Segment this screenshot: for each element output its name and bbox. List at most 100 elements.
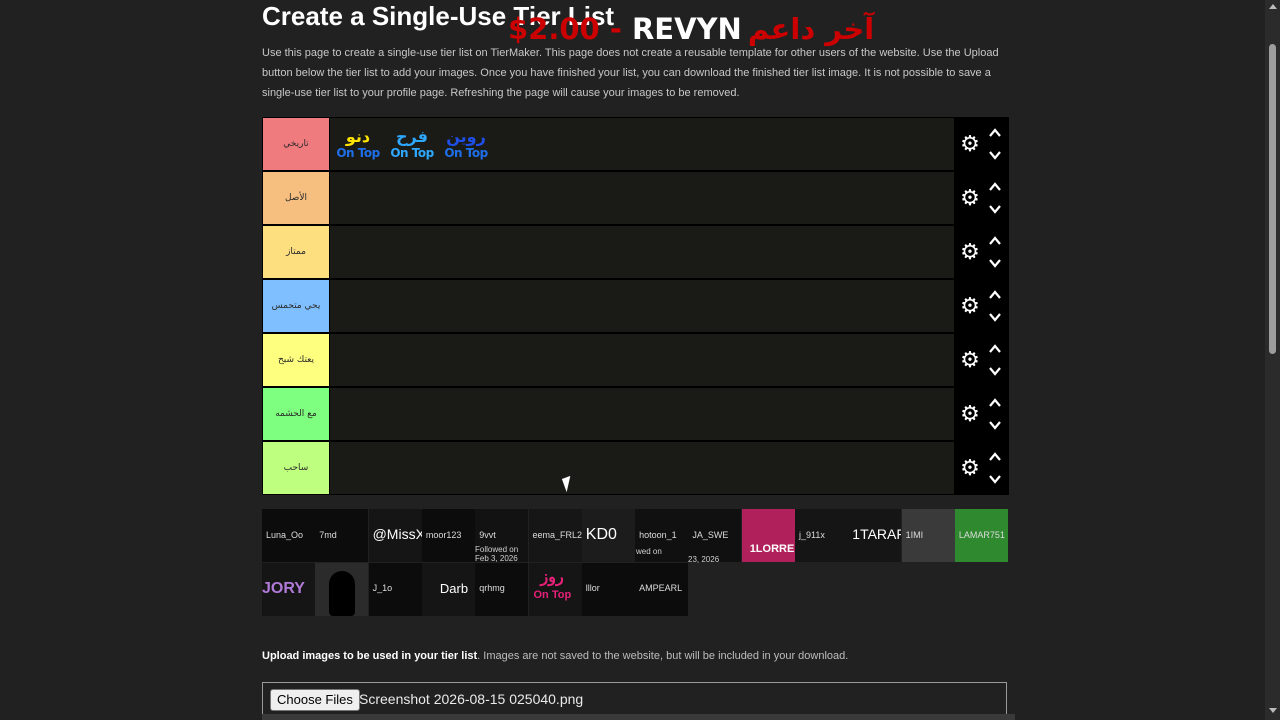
chevron-up-icon[interactable] bbox=[987, 180, 1003, 194]
pool-item-label: moor123 bbox=[425, 530, 462, 540]
pool-image-item[interactable]: 7md bbox=[315, 509, 369, 562]
tier-controls: ⚙ bbox=[955, 387, 1009, 441]
tier-items-dropzone[interactable] bbox=[330, 172, 954, 224]
upload-bold: Upload images to be used in your tier li… bbox=[262, 650, 478, 662]
item-pool: Luna_Oo 7md @MissXsmoor123 9vvt eema_FRL21KD… bbox=[262, 509, 1009, 617]
tier-items-dropzone[interactable]: دنو On Top فرح On Top روين On Top bbox=[330, 118, 954, 170]
choose-files-button[interactable]: Choose Files bbox=[270, 689, 360, 711]
tier-item-sticker[interactable]: فرح On Top bbox=[388, 124, 436, 164]
tier-label[interactable]: ساحب bbox=[263, 442, 329, 494]
tier-row: تاريخي دنو On Top فرح On Top روين On Top ⚙ bbox=[262, 117, 1009, 171]
tier-board: تاريخي دنو On Top فرح On Top روين On Top ⚙ الأصل… bbox=[262, 117, 1009, 495]
intro-text: Use this page to create a single-use tie… bbox=[262, 47, 999, 99]
gear-icon[interactable]: ⚙ bbox=[959, 187, 981, 209]
overlay-name: REVYN bbox=[631, 12, 742, 46]
sticker-arabic: دنو bbox=[345, 127, 371, 146]
chevron-down-icon[interactable] bbox=[987, 256, 1003, 270]
gear-icon[interactable]: ⚙ bbox=[959, 457, 981, 479]
pool-item-label: 1IMI bbox=[905, 530, 924, 540]
tier-label[interactable]: الأصل bbox=[263, 172, 329, 224]
pool-image-item[interactable]: 1IMI bbox=[901, 509, 955, 562]
chevron-up-icon[interactable] bbox=[987, 126, 1003, 140]
pool-image-item[interactable] bbox=[315, 563, 369, 616]
overlay-arabic: آخر داعم bbox=[747, 12, 875, 46]
tier-row: الأصل ⚙ bbox=[262, 171, 1009, 225]
tier-label[interactable]: تاريخي bbox=[263, 118, 329, 170]
tier-items-dropzone[interactable] bbox=[330, 334, 954, 386]
scroll-thumb[interactable] bbox=[1269, 44, 1276, 354]
pool-item-caption: Followed on bbox=[475, 545, 519, 554]
pool-image-item[interactable]: Darb bbox=[421, 563, 475, 616]
tier-row: يحي متحمس ⚙ bbox=[262, 279, 1009, 333]
tier-items-dropzone[interactable] bbox=[330, 388, 954, 440]
tier-row: ساحب ⚙ bbox=[262, 441, 1009, 495]
chevron-down-icon[interactable] bbox=[987, 472, 1003, 486]
gear-icon[interactable]: ⚙ bbox=[959, 403, 981, 425]
pool-item-label: 9vvt bbox=[479, 530, 496, 540]
pool-item-on-top: On Top bbox=[533, 589, 572, 601]
pool-item-label: JA_SWE bbox=[692, 530, 729, 540]
tier-controls: ⚙ bbox=[955, 441, 1009, 495]
pool-item-caption: Feb 3, 2026 bbox=[475, 554, 518, 563]
chevron-up-icon[interactable] bbox=[987, 288, 1003, 302]
chevron-down-icon[interactable] bbox=[987, 202, 1003, 216]
pool-image-item[interactable]: qrhmg bbox=[475, 563, 529, 616]
sticker-arabic: فرح bbox=[396, 127, 428, 146]
sticker-on-top: On Top bbox=[444, 146, 488, 160]
tier-controls: ⚙ bbox=[955, 333, 1009, 387]
pool-image-item[interactable]: lllor bbox=[581, 563, 635, 616]
tier-label[interactable]: يعتك شبح bbox=[263, 334, 329, 386]
gear-icon[interactable]: ⚙ bbox=[959, 241, 981, 263]
pool-item-label: hotoon_1 bbox=[639, 530, 677, 540]
pool-image-item[interactable]: @MissXs bbox=[368, 509, 422, 562]
chevron-up-icon[interactable] bbox=[987, 396, 1003, 410]
pool-image-item[interactable]: KD0 bbox=[581, 509, 635, 562]
tier-items-dropzone[interactable] bbox=[330, 280, 954, 332]
chevron-up-icon[interactable] bbox=[987, 234, 1003, 248]
tier-row: ممتاز ⚙ bbox=[262, 225, 1009, 279]
tier-items-dropzone[interactable] bbox=[330, 226, 954, 278]
pool-image-item[interactable]: moor123 bbox=[421, 509, 475, 562]
upload-rest: . Images are not saved to the website, b… bbox=[477, 650, 849, 662]
tier-item-sticker[interactable]: دنو On Top bbox=[334, 124, 382, 164]
pool-image-item[interactable]: LAMAR751 bbox=[954, 509, 1008, 562]
scrollbar[interactable] bbox=[1265, 0, 1280, 720]
pool-item-caption: 23, 2026 bbox=[688, 555, 720, 564]
pool-item-label: j_911x bbox=[799, 530, 825, 540]
pool-item-label: LAMAR751 bbox=[958, 530, 1005, 540]
pool-item-caption: wed on bbox=[636, 547, 662, 556]
pool-item-label: KD0 bbox=[585, 526, 617, 543]
gear-icon[interactable]: ⚙ bbox=[959, 349, 981, 371]
tier-label[interactable]: يحي متحمس bbox=[263, 280, 329, 332]
chevron-down-icon[interactable] bbox=[987, 148, 1003, 162]
pool-image-item[interactable]: 1LORRE! bbox=[741, 509, 795, 562]
pool-image-item[interactable]: JORY bbox=[262, 563, 315, 616]
pool-image-item[interactable]: روز On Top bbox=[528, 563, 582, 616]
pool-item-label: @MissXs bbox=[372, 526, 422, 542]
pool-image-item[interactable]: AMPEARL bbox=[635, 563, 689, 616]
tier-label[interactable]: ممتاز bbox=[263, 226, 329, 278]
scroll-up-arrow-icon[interactable] bbox=[1269, 4, 1277, 9]
scroll-down-arrow-icon[interactable] bbox=[1269, 708, 1277, 713]
chevron-down-icon[interactable] bbox=[987, 310, 1003, 324]
pool-image-item[interactable]: 1TARAF bbox=[848, 509, 902, 562]
avatar bbox=[329, 571, 356, 616]
pool-item-label: 1LORRE! bbox=[749, 543, 795, 555]
gear-icon[interactable]: ⚙ bbox=[959, 295, 981, 317]
pool-image-item[interactable]: j_911x bbox=[795, 509, 848, 562]
pool-image-item[interactable]: Luna_Oo bbox=[262, 509, 315, 562]
sticker-arabic: روين bbox=[446, 127, 486, 146]
upload-instructions: Upload images to be used in your tier li… bbox=[262, 650, 848, 662]
tier-item-sticker[interactable]: روين On Top bbox=[442, 124, 490, 164]
chevron-down-icon[interactable] bbox=[987, 364, 1003, 378]
chevron-down-icon[interactable] bbox=[987, 418, 1003, 432]
chevron-up-icon[interactable] bbox=[987, 342, 1003, 356]
pool-image-item[interactable]: eema_FRL21 bbox=[528, 509, 582, 562]
chevron-up-icon[interactable] bbox=[987, 450, 1003, 464]
footer-strip bbox=[262, 714, 1015, 720]
tier-items-dropzone[interactable] bbox=[330, 442, 954, 494]
gear-icon[interactable]: ⚙ bbox=[959, 133, 981, 155]
tier-row: مع الحشمه ⚙ bbox=[262, 387, 1009, 441]
tier-label[interactable]: مع الحشمه bbox=[263, 388, 329, 440]
pool-image-item[interactable]: J_1o bbox=[368, 563, 422, 616]
